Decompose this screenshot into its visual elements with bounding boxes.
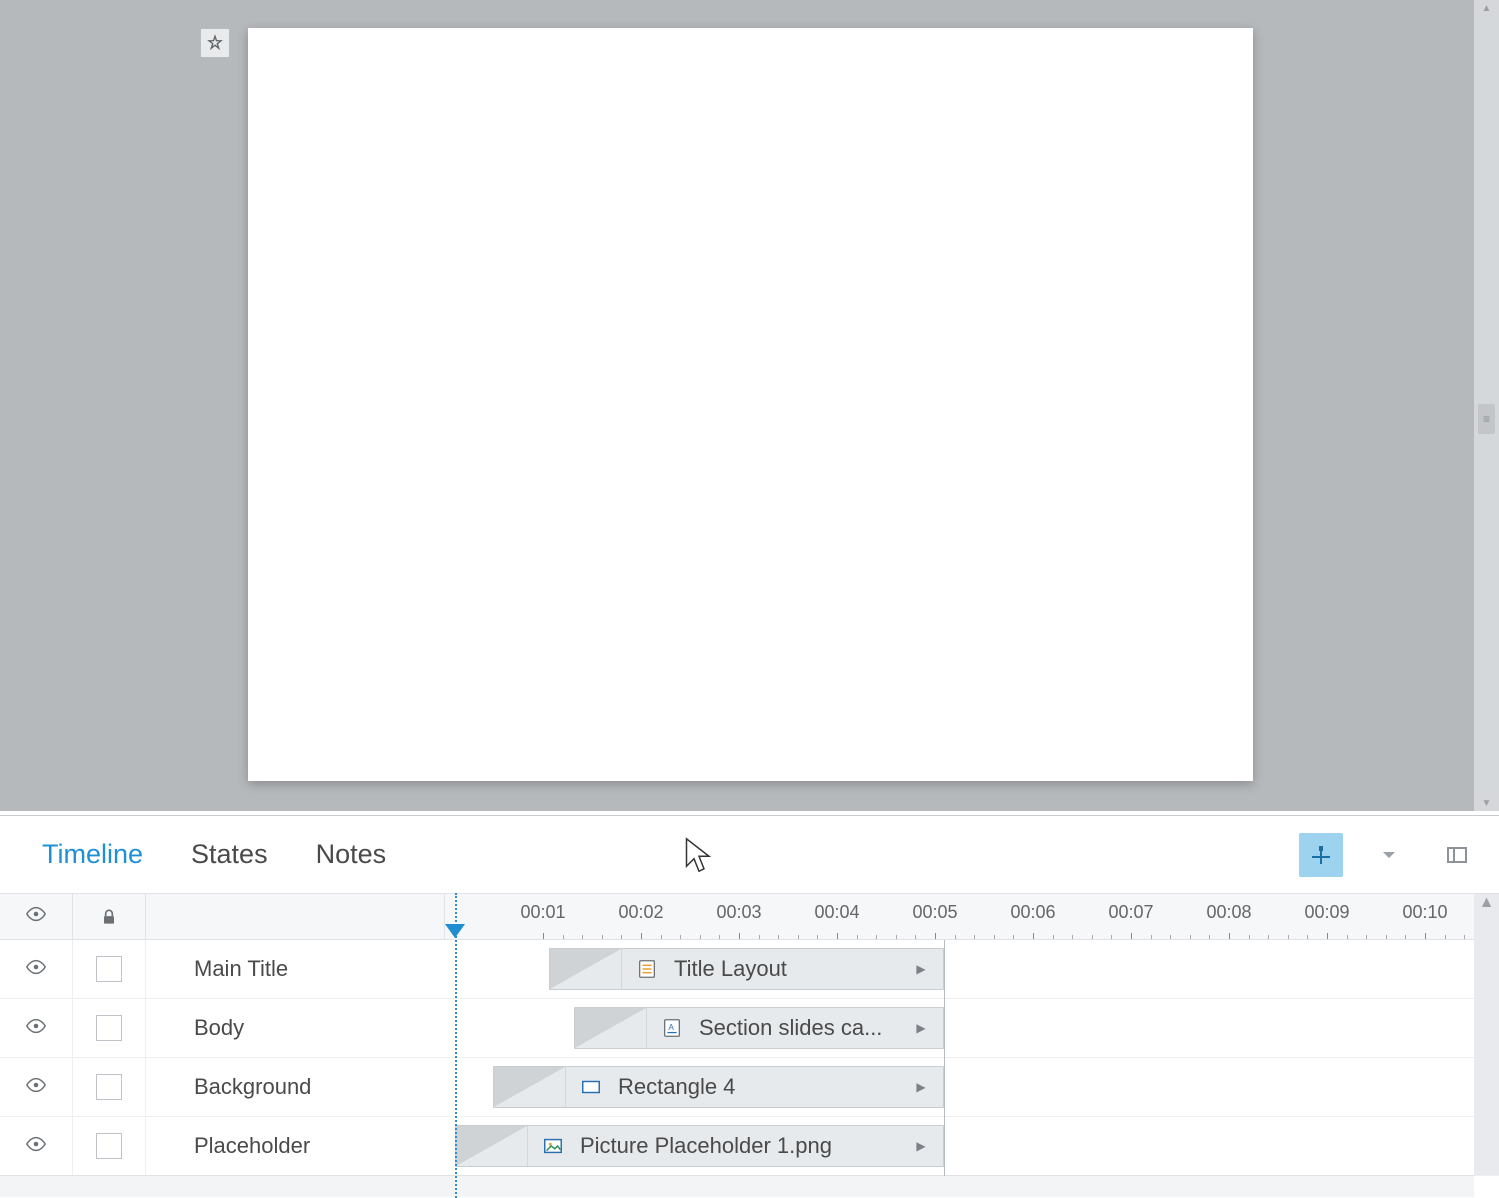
header-lock-column[interactable] — [73, 893, 146, 940]
chevron-right-icon[interactable]: ▶ — [909, 1016, 933, 1040]
track-name-label[interactable]: Body — [146, 1015, 244, 1041]
track-visibility-toggle[interactable] — [0, 1058, 73, 1117]
track-row: Background Rectangle 4▶ — [0, 1058, 1499, 1117]
dock-button[interactable] — [1435, 833, 1479, 877]
rectangle-icon — [576, 1075, 606, 1099]
svg-text:A: A — [668, 1023, 674, 1032]
timeline-header: 00:01 00:02 00:03 00:04 00:05 00:06 00:07 00:08… — [0, 893, 1499, 940]
track-lane[interactable]: Rectangle 4▶ — [445, 1058, 1499, 1116]
bottom-panel: Timeline States Notes — [0, 815, 1499, 1197]
tracks-area: End Main TitleTitle Layout▶BodyASection … — [0, 940, 1499, 1176]
track-visibility-toggle[interactable] — [0, 940, 73, 999]
eye-icon — [25, 903, 47, 925]
track-visibility-toggle[interactable] — [0, 1117, 73, 1176]
track-row: Body A Section slides ca...▶ — [0, 999, 1499, 1058]
clip-label: Title Layout — [674, 956, 905, 982]
scroll-track[interactable] — [1474, 16, 1499, 795]
timeline-clip[interactable]: Rectangle 4▶ — [493, 1066, 944, 1108]
tab-states[interactable]: States — [191, 839, 268, 870]
more-options-button[interactable] — [1367, 833, 1411, 877]
chevron-right-icon[interactable]: ▶ — [909, 1134, 933, 1158]
track-color-swatch[interactable] — [73, 999, 146, 1058]
clip-fade-in-handle[interactable] — [456, 1126, 528, 1166]
ruler-tick-label: 00:05 — [912, 902, 957, 923]
track-name-label[interactable]: Placeholder — [146, 1133, 310, 1159]
right-sidebar-scroll[interactable]: ▲ ▼ — [1474, 0, 1499, 811]
ruler-tick-label: 00:10 — [1402, 902, 1447, 923]
eye-icon — [25, 1133, 47, 1155]
header-visibility-column[interactable] — [0, 893, 73, 940]
star-icon — [206, 34, 224, 52]
track-lane[interactable]: A Section slides ca...▶ — [445, 999, 1499, 1057]
timeline-clip[interactable]: A Section slides ca...▶ — [574, 1007, 944, 1049]
caret-down-icon — [1381, 847, 1397, 863]
track-visibility-toggle[interactable] — [0, 999, 73, 1058]
ruler-tick-label: 00:09 — [1304, 902, 1349, 923]
track-name-label[interactable]: Main Title — [146, 956, 288, 982]
ruler-tick-label: 00:06 — [1010, 902, 1055, 923]
track-row: Main Title Title Layout▶ — [0, 940, 1499, 999]
lock-icon — [99, 907, 119, 927]
slide-canvas[interactable] — [248, 28, 1253, 781]
clip-label: Section slides ca... — [699, 1015, 905, 1041]
scroll-up-icon[interactable]: ▲ — [1474, 0, 1499, 16]
canvas-area: ▲ ▼ — [0, 0, 1499, 811]
effects-button[interactable] — [200, 28, 230, 58]
eye-icon — [25, 1074, 47, 1096]
clip-fade-in-handle[interactable] — [575, 1008, 647, 1048]
ruler-tick-label: 00:08 — [1206, 902, 1251, 923]
scroll-thumb[interactable] — [1478, 404, 1495, 434]
page-lines-icon — [632, 957, 662, 981]
timeline-clip[interactable]: Picture Placeholder 1.png▶ — [455, 1125, 944, 1167]
page-text-icon: A — [657, 1016, 687, 1040]
ruler-tick-label: 00:04 — [814, 902, 859, 923]
align-playhead-button[interactable] — [1299, 833, 1343, 877]
time-ruler[interactable]: 00:01 00:02 00:03 00:04 00:05 00:06 00:07 00:08… — [445, 894, 1499, 939]
eye-icon — [25, 956, 47, 978]
timeline-clip[interactable]: Title Layout▶ — [549, 948, 944, 990]
ruler-tick-label: 00:01 — [520, 902, 565, 923]
dock-icon — [1446, 844, 1468, 866]
picture-icon — [538, 1134, 568, 1158]
tab-notes[interactable]: Notes — [316, 839, 387, 870]
chevron-right-icon[interactable]: ▶ — [909, 957, 933, 981]
tracks-scroll-up-icon[interactable]: ▲ — [1474, 894, 1499, 941]
clip-fade-in-handle[interactable] — [494, 1067, 566, 1107]
chevron-right-icon[interactable]: ▶ — [909, 1075, 933, 1099]
track-name-label[interactable]: Background — [146, 1074, 311, 1100]
ruler-tick-label: 00:02 — [618, 902, 663, 923]
ruler-tick-label: 00:03 — [716, 902, 761, 923]
panel-tabs: Timeline States Notes — [0, 816, 1499, 893]
track-color-swatch[interactable] — [73, 940, 146, 999]
track-color-swatch[interactable] — [73, 1058, 146, 1117]
scroll-down-icon[interactable]: ▼ — [1474, 795, 1499, 811]
clip-fade-in-handle[interactable] — [550, 949, 622, 989]
track-color-swatch[interactable] — [73, 1117, 146, 1176]
track-lane[interactable]: Title Layout▶ — [445, 940, 1499, 998]
tracks-v-scrollbar[interactable] — [1474, 940, 1499, 1175]
track-row: Placeholder Picture Placeholder 1.png▶ — [0, 1117, 1499, 1176]
clip-label: Picture Placeholder 1.png — [580, 1133, 905, 1159]
ruler-tick-label: 00:07 — [1108, 902, 1153, 923]
clip-label: Rectangle 4 — [618, 1074, 905, 1100]
tab-timeline[interactable]: Timeline — [42, 839, 143, 870]
track-lane[interactable]: Picture Placeholder 1.png▶ — [445, 1117, 1499, 1175]
align-playhead-icon — [1309, 843, 1333, 867]
eye-icon — [25, 1015, 47, 1037]
timeline-h-scrollbar[interactable] — [0, 1175, 1474, 1197]
